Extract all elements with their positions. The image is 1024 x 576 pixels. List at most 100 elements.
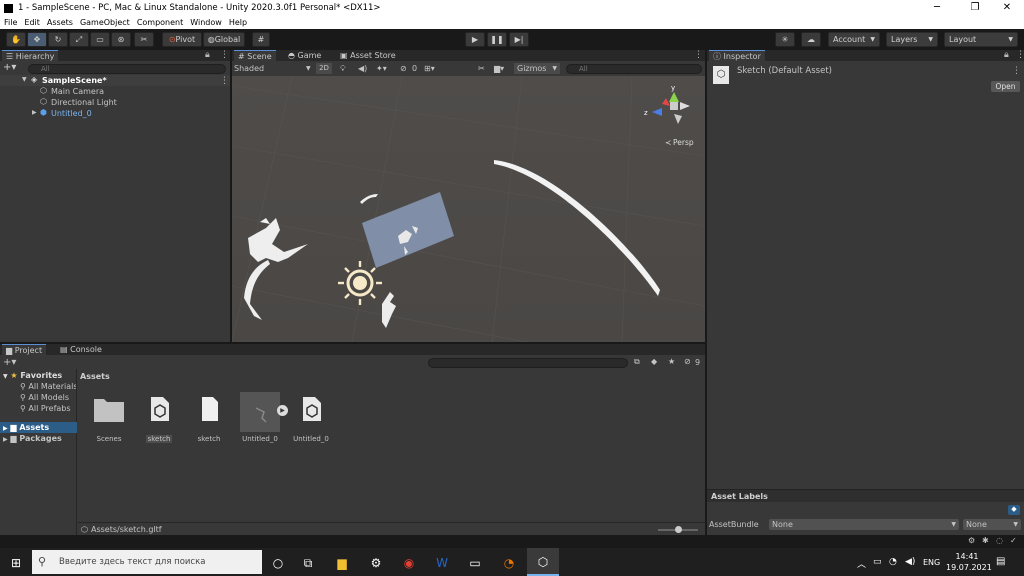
camera-settings-icon[interactable]: ⊞▾	[424, 64, 435, 73]
tab-hierarchy[interactable]: ☰ Hierarchy	[2, 50, 59, 61]
tab-asset-store[interactable]: ▣ Asset Store	[336, 50, 400, 61]
file-explorer-icon[interactable]: ▆	[332, 553, 352, 573]
layout-dropdown[interactable]: Layout ▼	[944, 32, 1018, 47]
more-icon[interactable]: ⋮	[694, 50, 703, 60]
tab-console[interactable]: ▤ Console	[56, 344, 106, 355]
asset-untitled-prefab-preview[interactable]	[240, 392, 280, 432]
scene-viewport[interactable]: y z ≺ Persp	[232, 76, 705, 342]
expand-prefab-icon[interactable]: ▶	[277, 405, 288, 416]
variant-dropdown[interactable]: None ▼	[963, 519, 1021, 530]
minimize-button[interactable]: ─	[920, 0, 954, 16]
tab-project[interactable]: ▆ Project	[2, 344, 47, 355]
audio-icon[interactable]: ◀)	[358, 64, 367, 73]
rotate-tool-icon[interactable]: ↻	[48, 32, 68, 47]
mode-2d-toggle[interactable]: 2D	[316, 63, 332, 74]
notifications-icon[interactable]: ▤	[996, 556, 1005, 567]
more-icon[interactable]: ⋮	[220, 50, 229, 60]
tree-assets[interactable]: ▶ ▆ Assets	[0, 422, 77, 433]
unity-taskbar-button[interactable]: ⬡	[527, 548, 559, 576]
asset-scenes[interactable]: Scenes	[87, 393, 131, 443]
scene-more-icon[interactable]: ⋮	[220, 76, 229, 86]
favorite-all-prefabs[interactable]: ⚲ All Prefabs	[20, 404, 71, 413]
layers-dropdown[interactable]: Layers ▼	[886, 32, 938, 47]
asset-sketch[interactable]: sketch	[187, 393, 231, 443]
label-tag-icon[interactable]: ◆	[1008, 505, 1020, 515]
custom-tool-icon[interactable]: ✂	[134, 32, 154, 47]
favorite-all-models[interactable]: ⚲ All Models	[20, 393, 69, 402]
step-button[interactable]: ▶|	[509, 32, 529, 47]
scene-search-input[interactable]: All	[566, 64, 702, 74]
effects-icon[interactable]: ✦▾	[376, 64, 387, 73]
breadcrumb[interactable]: Assets	[80, 372, 110, 381]
hand-tool-icon[interactable]: ✋	[6, 32, 26, 47]
menu-window[interactable]: Window	[190, 18, 222, 27]
shading-dropdown[interactable]: Shaded ▼	[234, 64, 314, 74]
tab-game[interactable]: ◓ Game	[284, 50, 325, 61]
lock-icon[interactable]: 🔒︎	[205, 50, 210, 60]
lighting-icon[interactable]: 💡︎	[340, 64, 346, 74]
menu-file[interactable]: File	[4, 18, 17, 27]
create-asset-button[interactable]: +▾	[3, 357, 16, 368]
asset-labels-header[interactable]: Asset Labels	[707, 489, 1024, 502]
cloud-icon[interactable]: ☁	[801, 32, 821, 47]
tray-chevron-icon[interactable]: ︿	[857, 557, 866, 570]
account-dropdown[interactable]: Account ▼	[828, 32, 880, 47]
asset-more-icon[interactable]: ⋮	[1012, 66, 1021, 76]
more-icon[interactable]: ⋮	[1016, 50, 1024, 60]
open-button[interactable]: Open	[991, 81, 1020, 92]
filter-label-icon[interactable]: ◆	[651, 357, 657, 366]
lock-icon[interactable]: 🔒︎	[1004, 50, 1009, 60]
play-button[interactable]: ▶	[465, 32, 485, 47]
hierarchy-item-main-camera[interactable]: ⬡ Main Camera	[0, 86, 230, 97]
scene-row[interactable]: ▼ ◈ SampleScene* ⋮	[0, 75, 230, 86]
taskbar-search-box[interactable]: ⚲ Введите здесь текст для поиска	[32, 550, 262, 574]
global-toggle[interactable]: ◍Global	[203, 32, 245, 47]
pause-button[interactable]: ❚❚	[487, 32, 507, 47]
maximize-button[interactable]: ❐	[958, 0, 992, 16]
oculus-icon[interactable]: ▭	[465, 553, 485, 573]
rect-tool-icon[interactable]: ▭	[90, 32, 110, 47]
asset-sketch-gltf[interactable]: sketch	[137, 393, 181, 443]
favorite-star-icon[interactable]: ★	[668, 357, 675, 366]
collab-icon[interactable]: ✳	[775, 32, 795, 47]
render-mode-icon[interactable]: ▆▾	[494, 64, 504, 73]
menu-help[interactable]: Help	[229, 18, 247, 27]
menu-gameobject[interactable]: GameObject	[80, 18, 130, 27]
hidden-packages-icon[interactable]: ⊘	[684, 357, 691, 366]
menu-component[interactable]: Component	[137, 18, 183, 27]
volume-icon[interactable]: ◀)	[905, 557, 915, 567]
project-search-input[interactable]	[428, 358, 628, 368]
hierarchy-search-input[interactable]: All	[28, 64, 226, 74]
menu-edit[interactable]: Edit	[24, 18, 40, 27]
chrome-icon[interactable]: ◉	[399, 553, 419, 573]
assetbundle-dropdown[interactable]: None ▼	[769, 519, 959, 530]
word-icon[interactable]: W	[432, 553, 452, 573]
cortana-icon[interactable]: ○	[268, 553, 288, 573]
task-view-icon[interactable]: ⧉	[298, 553, 318, 573]
tab-inspector[interactable]: ⓘ Inspector	[709, 50, 765, 61]
scene-canvas[interactable]: y z ≺ Persp	[232, 76, 705, 342]
asset-untitled-0-mesh[interactable]: Untitled_0	[289, 393, 333, 443]
tools-icon[interactable]: ✂	[478, 64, 485, 73]
network-icon[interactable]: ◔	[889, 557, 897, 567]
move-tool-icon[interactable]: ✥	[27, 32, 47, 47]
battery-icon[interactable]: ▭	[873, 557, 882, 567]
slider-handle[interactable]	[675, 526, 682, 533]
gizmos-dropdown[interactable]: Gizmos ▼	[514, 63, 560, 74]
taskbar-clock[interactable]: 14:41 19.07.2021	[946, 551, 992, 573]
transform-tool-icon[interactable]: ⊛	[111, 32, 131, 47]
tab-scene[interactable]: # Scene	[234, 50, 276, 61]
language-indicator[interactable]: ENG	[923, 558, 940, 567]
scale-tool-icon[interactable]: ⤢	[69, 32, 89, 47]
close-button[interactable]: ✕	[990, 0, 1024, 16]
tree-packages[interactable]: ▶ ▆ Packages	[3, 434, 62, 443]
settings-icon[interactable]: ⚙	[366, 553, 386, 573]
blender-icon[interactable]: ◔	[499, 553, 519, 573]
filter-type-icon[interactable]: ⧉	[634, 357, 640, 367]
windows-start-icon[interactable]: ⊞	[6, 553, 26, 573]
hidden-objects-icon[interactable]: ⊘	[400, 64, 407, 73]
pivot-toggle[interactable]: ⊙Pivot	[162, 32, 202, 47]
favorites-section[interactable]: ▼ ★ Favorites	[3, 371, 62, 380]
hierarchy-item-directional-light[interactable]: ⬡ Directional Light	[0, 97, 230, 108]
favorite-all-materials[interactable]: ⚲ All Materials	[20, 382, 76, 391]
